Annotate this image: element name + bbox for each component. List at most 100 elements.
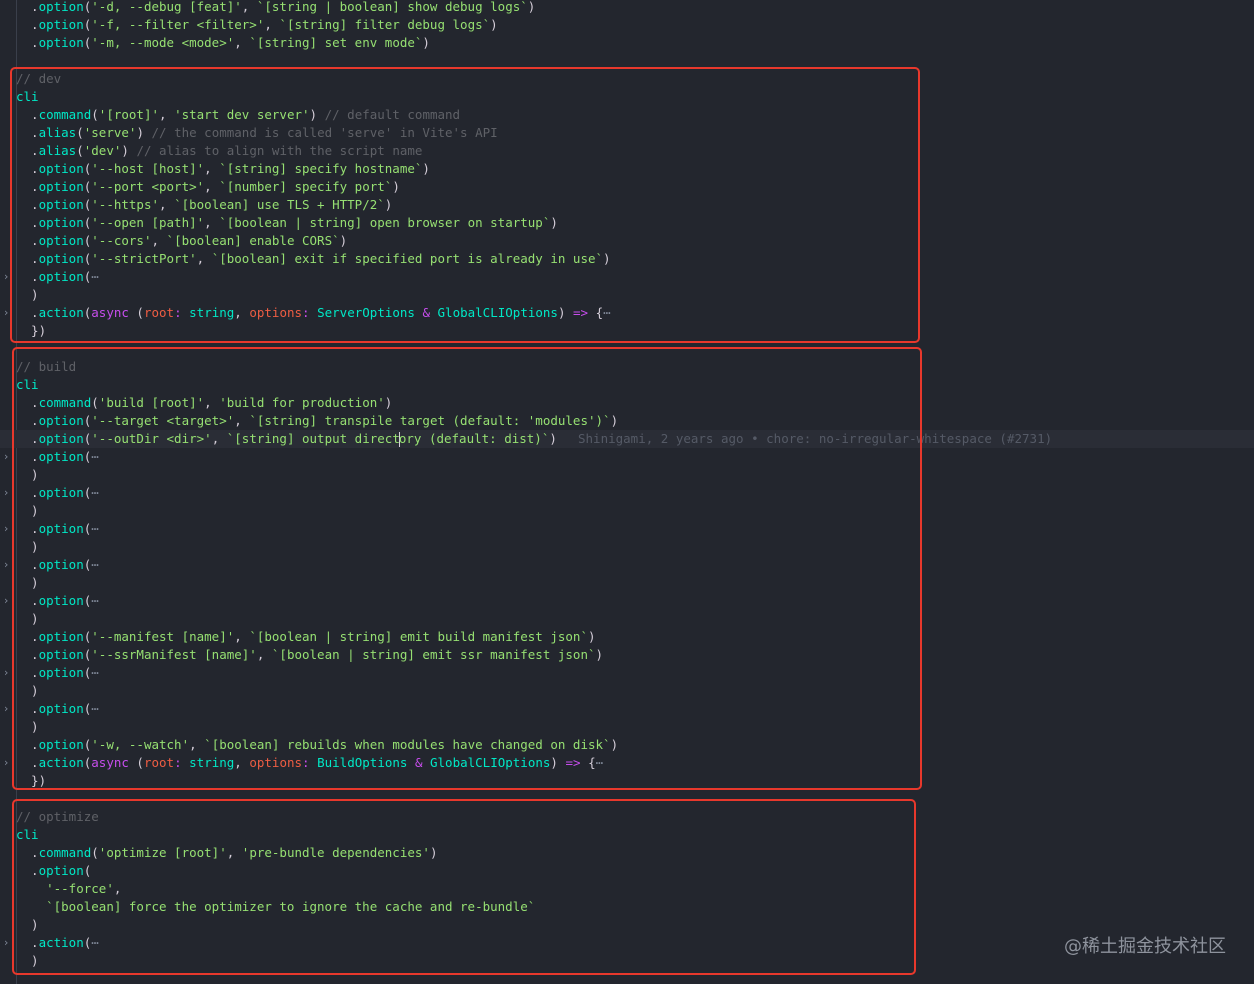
- code-line[interactable]: .alias('dev') // alias to align with the…: [0, 142, 1254, 160]
- code-text: .option(⋯: [16, 592, 99, 610]
- code-line[interactable]: ): [0, 466, 1254, 484]
- code-line[interactable]: .option('-w, --watch', `[boolean] rebuil…: [0, 736, 1254, 754]
- code-token: ,: [204, 179, 220, 194]
- code-line[interactable]: ): [0, 538, 1254, 556]
- code-line[interactable]: cli: [0, 826, 1254, 844]
- code-line[interactable]: ): [0, 718, 1254, 736]
- code-token: option: [38, 233, 84, 248]
- gutter-cell: [0, 412, 12, 430]
- code-token: '-d, --debug [feat]': [91, 0, 242, 14]
- code-token: ): [490, 17, 498, 32]
- code-token: ,: [204, 161, 220, 176]
- code-line[interactable]: ): [0, 286, 1254, 304]
- code-line[interactable]: .option('--https', `[boolean] use TLS + …: [0, 196, 1254, 214]
- code-token: option: [38, 161, 84, 176]
- chevron-right-icon[interactable]: ›: [0, 304, 12, 322]
- code-token: async: [91, 755, 129, 770]
- code-line[interactable]: › .action(async (root: string, options: …: [0, 304, 1254, 322]
- chevron-right-icon[interactable]: ›: [0, 484, 12, 502]
- code-line[interactable]: // optimize: [0, 808, 1254, 826]
- code-line[interactable]: .option(: [0, 862, 1254, 880]
- code-token: ): [16, 611, 39, 626]
- code-line[interactable]: '--force',: [0, 880, 1254, 898]
- fold-ellipsis[interactable]: ⋯: [91, 593, 99, 608]
- code-line[interactable]: .command('[root]', 'start dev server') /…: [0, 106, 1254, 124]
- code-line[interactable]: // build: [0, 358, 1254, 376]
- code-editor[interactable]: .option('-d, --debug [feat]', `[string |…: [0, 0, 1254, 984]
- code-line[interactable]: .option('--strictPort', `[boolean] exit …: [0, 250, 1254, 268]
- code-text: // dev: [16, 70, 61, 88]
- code-line[interactable]: // dev: [0, 70, 1254, 88]
- code-text: .alias('dev') // alias to align with the…: [16, 142, 422, 160]
- code-text: cli: [16, 826, 39, 844]
- code-token: cli: [16, 827, 39, 842]
- fold-ellipsis[interactable]: ⋯: [91, 665, 99, 680]
- code-line[interactable]: › .option(⋯: [0, 664, 1254, 682]
- code-line[interactable]: ): [0, 682, 1254, 700]
- gutter-cell: [0, 646, 12, 664]
- code-line[interactable]: }): [0, 772, 1254, 790]
- code-token: option: [38, 431, 84, 446]
- code-line[interactable]: › .option(⋯: [0, 268, 1254, 286]
- chevron-right-icon[interactable]: ›: [0, 556, 12, 574]
- code-line[interactable]: .option('--port <port>', `[number] speci…: [0, 178, 1254, 196]
- code-line[interactable]: ): [0, 610, 1254, 628]
- code-text: ): [16, 574, 39, 592]
- code-line[interactable]: }): [0, 322, 1254, 340]
- code-line[interactable]: .command('optimize [root]', 'pre-bundle …: [0, 844, 1254, 862]
- chevron-right-icon[interactable]: ›: [0, 700, 12, 718]
- fold-ellipsis[interactable]: ⋯: [91, 557, 99, 572]
- chevron-right-icon[interactable]: ›: [0, 754, 12, 772]
- code-line[interactable]: `[boolean] force the optimizer to ignore…: [0, 898, 1254, 916]
- code-line[interactable]: › .option(⋯: [0, 700, 1254, 718]
- code-line[interactable]: cli: [0, 376, 1254, 394]
- fold-ellipsis[interactable]: ⋯: [91, 935, 99, 950]
- code-line[interactable]: › .option(⋯: [0, 520, 1254, 538]
- fold-ellipsis[interactable]: ⋯: [596, 755, 604, 770]
- fold-ellipsis[interactable]: ⋯: [603, 305, 611, 320]
- code-line[interactable]: ): [0, 502, 1254, 520]
- code-line[interactable]: .option('--manifest [name]', `[boolean |…: [0, 628, 1254, 646]
- code-text: `[boolean] force the optimizer to ignore…: [16, 898, 535, 916]
- chevron-right-icon[interactable]: ›: [0, 592, 12, 610]
- code-line[interactable]: › .option(⋯: [0, 592, 1254, 610]
- chevron-right-icon[interactable]: ›: [0, 268, 12, 286]
- code-token: GlobalCLIOptions: [437, 305, 558, 320]
- code-line[interactable]: › .option(⋯: [0, 556, 1254, 574]
- chevron-right-icon[interactable]: ›: [0, 664, 12, 682]
- code-line[interactable]: .option('--cors', `[boolean] enable CORS…: [0, 232, 1254, 250]
- code-line[interactable]: .option('-d, --debug [feat]', `[string |…: [0, 0, 1254, 16]
- code-line[interactable]: .option('-m, --mode <mode>', `[string] s…: [0, 34, 1254, 52]
- code-line[interactable]: .option('--outDir <dir>', `[string] outp…: [0, 430, 1254, 448]
- chevron-right-icon[interactable]: ›: [0, 448, 12, 466]
- gutter-cell: [0, 736, 12, 754]
- code-line[interactable]: › .option(⋯: [0, 484, 1254, 502]
- code-line[interactable]: .option('-f, --filter <filter>', `[strin…: [0, 16, 1254, 34]
- code-line[interactable]: .alias('serve') // the command is called…: [0, 124, 1254, 142]
- chevron-right-icon[interactable]: ›: [0, 520, 12, 538]
- code-line[interactable]: cli: [0, 88, 1254, 106]
- code-line[interactable]: › .option(⋯: [0, 448, 1254, 466]
- code-line[interactable]: .option('--ssrManifest [name]', `[boolea…: [0, 646, 1254, 664]
- code-line[interactable]: .command('build [root]', 'build for prod…: [0, 394, 1254, 412]
- code-token: ,: [234, 755, 250, 770]
- code-token: '-f, --filter <filter>': [91, 17, 265, 32]
- fold-ellipsis[interactable]: ⋯: [91, 269, 99, 284]
- code-line[interactable]: [0, 52, 1254, 70]
- code-line[interactable]: .option('--target <target>', `[string] t…: [0, 412, 1254, 430]
- fold-ellipsis[interactable]: ⋯: [91, 449, 99, 464]
- fold-ellipsis[interactable]: ⋯: [91, 485, 99, 500]
- git-blame-annotation[interactable]: Shinigami, 2 years ago • chore: no-irreg…: [578, 430, 1052, 448]
- code-line[interactable]: [0, 790, 1254, 808]
- code-line[interactable]: › .action(async (root: string, options: …: [0, 754, 1254, 772]
- fold-ellipsis[interactable]: ⋯: [91, 701, 99, 716]
- code-line[interactable]: .option('--host [host]', `[string] speci…: [0, 160, 1254, 178]
- gutter-cell: [0, 952, 12, 970]
- code-line[interactable]: ): [0, 574, 1254, 592]
- chevron-right-icon[interactable]: ›: [0, 934, 12, 952]
- code-line[interactable]: [0, 340, 1254, 358]
- fold-ellipsis[interactable]: ⋯: [91, 521, 99, 536]
- code-line[interactable]: .option('--open [path]', `[boolean | str…: [0, 214, 1254, 232]
